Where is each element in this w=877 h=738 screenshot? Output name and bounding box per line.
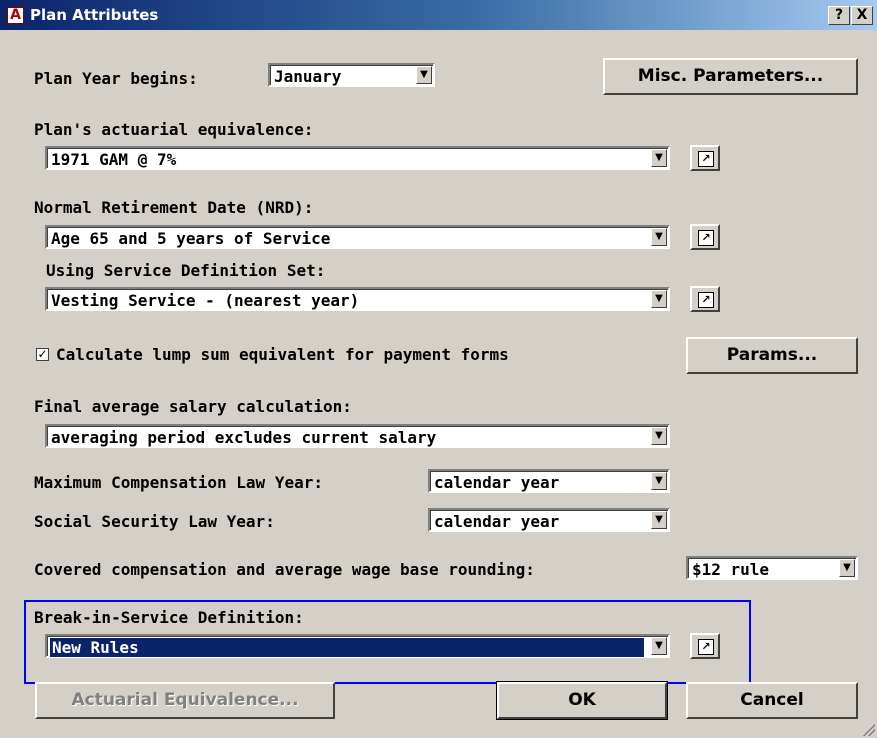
service-set-select[interactable]: Vesting Service - (nearest year) ▼ xyxy=(45,287,670,311)
lump-sum-label: Calculate lump sum equivalent for paymen… xyxy=(56,345,509,364)
break-in-service-label: Break-in-Service Definition: xyxy=(34,608,304,627)
max-comp-value: calendar year xyxy=(434,473,560,492)
ok-label: OK xyxy=(568,690,596,710)
edit-icon: ↗ xyxy=(698,292,714,308)
dropdown-arrow-icon[interactable]: ▼ xyxy=(651,149,667,167)
actuarial-equivalence-label: Plan's actuarial equivalence: xyxy=(34,120,314,139)
final-average-label: Final average salary calculation: xyxy=(34,397,352,416)
service-set-label: Using Service Definition Set: xyxy=(46,261,326,280)
misc-parameters-button[interactable]: Misc. Parameters... xyxy=(603,58,858,95)
dropdown-arrow-icon[interactable]: ▼ xyxy=(651,511,667,529)
plan-year-select[interactable]: January ▼ xyxy=(268,63,435,87)
dropdown-arrow-icon[interactable]: ▼ xyxy=(651,228,667,246)
dropdown-arrow-icon[interactable]: ▼ xyxy=(651,637,667,655)
break-in-service-select[interactable]: New Rules ▼ xyxy=(45,634,670,658)
max-comp-label: Maximum Compensation Law Year: xyxy=(34,473,323,492)
break-in-service-value: New Rules xyxy=(49,637,645,658)
dropdown-arrow-icon[interactable]: ▼ xyxy=(839,559,855,577)
break-in-service-edit-button[interactable]: ↗ xyxy=(690,633,720,659)
nrd-select[interactable]: Age 65 and 5 years of Service ▼ xyxy=(45,225,670,249)
close-button[interactable]: X xyxy=(851,6,873,25)
params-button[interactable]: Params... xyxy=(686,337,858,374)
ss-law-value: calendar year xyxy=(434,512,560,531)
service-set-value: Vesting Service - (nearest year) xyxy=(51,291,360,310)
rounding-value: $12 rule xyxy=(692,560,770,579)
cancel-label: Cancel xyxy=(740,690,804,710)
final-average-select[interactable]: averaging period excludes current salary… xyxy=(45,424,670,448)
actuarial-equivalence-edit-button[interactable]: ↗ xyxy=(690,145,720,171)
params-label: Params... xyxy=(726,345,818,365)
actuarial-equivalence-value: 1971 GAM @ 7% xyxy=(51,150,177,169)
ss-law-label: Social Security Law Year: xyxy=(34,512,275,531)
title-bar: A Plan Attributes ? X xyxy=(0,0,877,30)
plan-year-value: January xyxy=(274,67,342,86)
rounding-label: Covered compensation and average wage ba… xyxy=(34,560,535,579)
nrd-value: Age 65 and 5 years of Service xyxy=(51,229,331,248)
max-comp-select[interactable]: calendar year ▼ xyxy=(428,469,670,493)
help-button[interactable]: ? xyxy=(828,6,850,25)
service-set-edit-button[interactable]: ↗ xyxy=(690,286,720,312)
ok-button[interactable]: OK xyxy=(496,681,668,720)
cancel-button[interactable]: Cancel xyxy=(686,682,858,719)
misc-parameters-label: Misc. Parameters... xyxy=(637,66,824,86)
dropdown-arrow-icon[interactable]: ▼ xyxy=(651,427,667,445)
rounding-select[interactable]: $12 rule ▼ xyxy=(686,556,858,580)
actuarial-equivalence-button-label: Actuarial Equivalence... xyxy=(71,690,299,710)
dropdown-arrow-icon[interactable]: ▼ xyxy=(651,290,667,308)
dropdown-arrow-icon[interactable]: ▼ xyxy=(651,472,667,490)
edit-icon: ↗ xyxy=(698,639,714,655)
edit-icon: ↗ xyxy=(698,151,714,167)
final-average-value: averaging period excludes current salary xyxy=(51,428,437,447)
window-title: Plan Attributes xyxy=(30,6,159,24)
actuarial-equivalence-button[interactable]: Actuarial Equivalence... xyxy=(35,682,335,719)
dropdown-arrow-icon[interactable]: ▼ xyxy=(416,66,432,84)
lump-sum-checkbox[interactable]: ✓ xyxy=(36,348,49,361)
nrd-label: Normal Retirement Date (NRD): xyxy=(34,198,314,217)
actuarial-equivalence-select[interactable]: 1971 GAM @ 7% ▼ xyxy=(45,146,670,170)
plan-year-label: Plan Year begins: xyxy=(34,69,198,88)
resize-grip-icon[interactable] xyxy=(863,724,875,736)
edit-icon: ↗ xyxy=(698,230,714,246)
nrd-edit-button[interactable]: ↗ xyxy=(690,224,720,250)
ss-law-select[interactable]: calendar year ▼ xyxy=(428,508,670,532)
app-icon: A xyxy=(7,7,24,24)
